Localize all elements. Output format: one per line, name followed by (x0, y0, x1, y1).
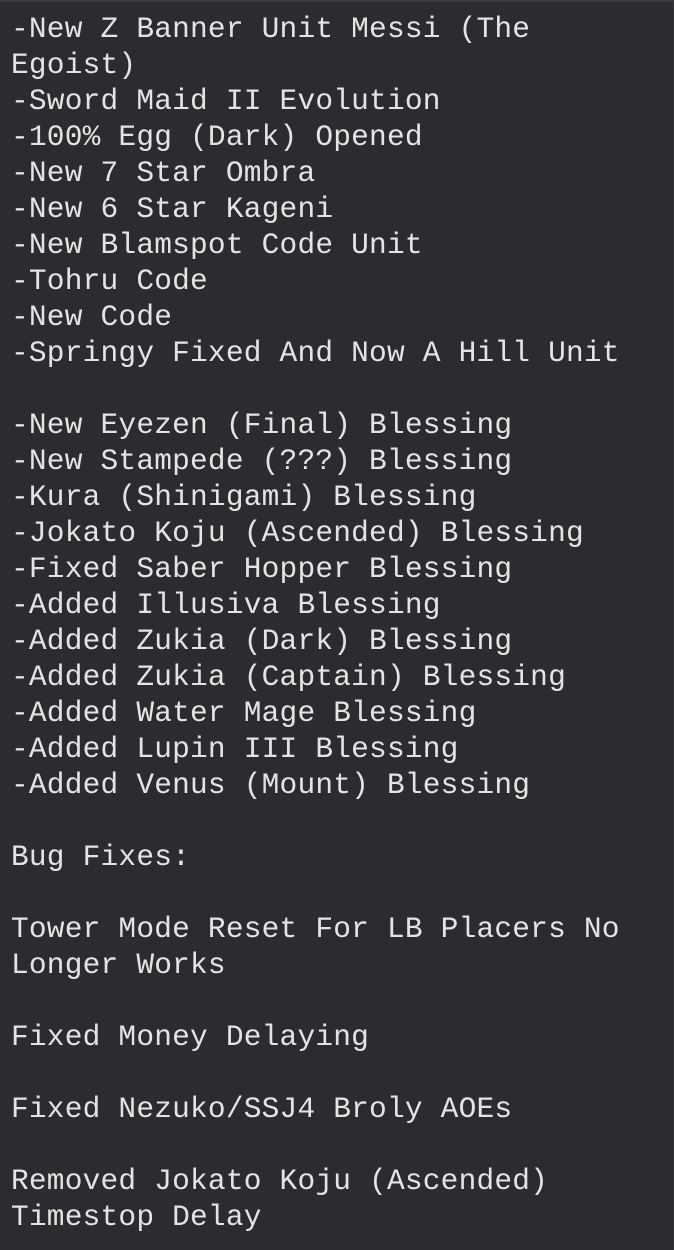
blessing-item: -Added Water Mage Blessing (11, 696, 477, 730)
bug-fix-item: Removed Jokato Koju (Ascended) Timestop … (11, 1164, 566, 1234)
update-item: -New Z Banner Unit Messi (The Egoist) (11, 12, 549, 82)
bug-fixes-section: Bug Fixes: Tower Mode Reset For LB Place… (11, 839, 667, 1235)
blessing-item: -Jokato Koju (Ascended) Blessing (11, 516, 584, 550)
blessing-item: -Added Lupin III Blessing (11, 732, 459, 766)
blessing-item: -Added Venus (Mount) Blessing (11, 768, 531, 802)
bug-fix-item: Fixed Nezuko/SSJ4 Broly AOEs (11, 1092, 513, 1126)
bug-fix-item: Fixed Money Delaying (11, 1020, 370, 1054)
blessing-item: -Added Illusiva Blessing (11, 588, 441, 622)
bug-fixes-heading: Bug Fixes: (11, 840, 191, 874)
top-border (0, 0, 674, 2)
blessing-item: -Kura (Shinigami) Blessing (11, 480, 477, 514)
blessing-item: -New Eyezen (Final) Blessing (11, 408, 513, 442)
blessing-item: -Added Zukia (Captain) Blessing (11, 660, 566, 694)
update-item: -New 6 Star Kageni (11, 192, 334, 226)
bug-fix-item: Tower Mode Reset For LB Placers No Longe… (11, 912, 638, 982)
update-item: -Tohru Code (11, 264, 208, 298)
blessing-item: -New Stampede (???) Blessing (11, 444, 513, 478)
blessing-item: -Added Zukia (Dark) Blessing (11, 624, 513, 658)
blessing-item: -Fixed Saber Hopper Blessing (11, 552, 513, 586)
update-item: -Sword Maid II Evolution (11, 84, 441, 118)
update-item: -New Blamspot Code Unit (11, 228, 423, 262)
update-item: -Springy Fixed And Now A Hill Unit (11, 336, 620, 370)
blessings-section: -New Eyezen (Final) Blessing -New Stampe… (11, 407, 667, 803)
update-log: -New Z Banner Unit Messi (The Egoist) -S… (11, 11, 667, 1235)
updates-section: -New Z Banner Unit Messi (The Egoist) -S… (11, 11, 667, 371)
update-item: -100% Egg (Dark) Opened (11, 120, 423, 154)
update-item: -New 7 Star Ombra (11, 156, 316, 190)
update-item: -New Code (11, 300, 173, 334)
